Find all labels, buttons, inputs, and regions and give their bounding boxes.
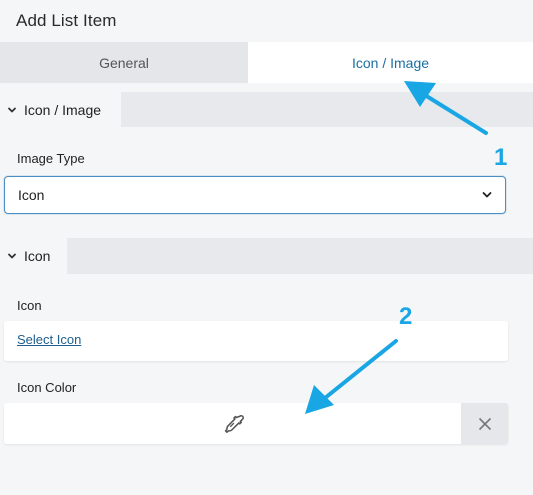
annotation-number-1: 1 [494, 144, 508, 171]
section-label-icon: Icon [24, 248, 51, 264]
icon-select-card: Select Icon [4, 321, 508, 361]
section-toggle-icon-image[interactable]: Icon / Image [0, 92, 121, 127]
select-icon-link[interactable]: Select Icon [17, 332, 81, 347]
tab-general[interactable]: General [0, 42, 248, 83]
icon-color-label: Icon Color [17, 380, 77, 395]
clear-color-button[interactable] [461, 403, 508, 444]
icon-field-label: Icon [17, 298, 42, 313]
section-header-icon: Icon [0, 238, 533, 274]
color-picker-button[interactable] [4, 403, 461, 444]
panel-title: Add List Item [16, 11, 117, 30]
chevron-down-icon [482, 192, 492, 198]
section-toggle-icon[interactable]: Icon [0, 238, 67, 274]
image-type-label: Image Type [17, 151, 85, 166]
icon-color-field [4, 403, 508, 444]
panel-header: Add List Item [0, 0, 533, 42]
image-type-select[interactable]: Icon [4, 176, 506, 214]
tab-icon-image[interactable]: Icon / Image [248, 42, 533, 83]
tab-bar: General Icon / Image [0, 42, 533, 83]
section-header-icon-image: Icon / Image [0, 92, 533, 127]
section-label-icon-image: Icon / Image [24, 101, 102, 118]
eyedropper-icon [224, 414, 244, 433]
chevron-down-icon [8, 107, 16, 112]
close-icon [478, 417, 491, 430]
annotation-number-2: 2 [399, 303, 413, 330]
chevron-down-icon [8, 253, 16, 259]
image-type-value: Icon [18, 187, 45, 203]
